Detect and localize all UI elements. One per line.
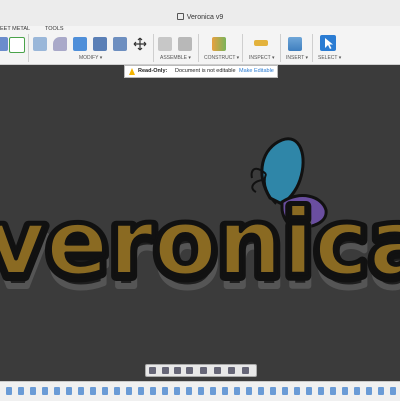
warning-icon: [129, 68, 135, 75]
timeline-feature-icon[interactable]: [30, 387, 36, 395]
make-editable-link[interactable]: Make Editable: [239, 66, 274, 77]
measure-icon[interactable]: [254, 40, 268, 46]
modify-menu[interactable]: MODIFY ▾: [79, 55, 102, 61]
zoom-icon[interactable]: [186, 367, 193, 374]
separator: [242, 34, 243, 62]
timeline-feature-icon[interactable]: [150, 387, 156, 395]
timeline-feature-icon[interactable]: [294, 387, 300, 395]
timeline-feature-icon[interactable]: [258, 387, 264, 395]
move-icon[interactable]: [133, 37, 147, 51]
timeline-feature-icon[interactable]: [390, 387, 396, 395]
timeline-feature-icon[interactable]: [378, 387, 384, 395]
new-component-icon[interactable]: [158, 37, 172, 51]
timeline-feature-icon[interactable]: [210, 387, 216, 395]
orbit-icon[interactable]: [149, 367, 156, 374]
timeline-feature-icon[interactable]: [330, 387, 336, 395]
select-icon[interactable]: [320, 35, 336, 51]
separator: [28, 34, 29, 62]
timeline-feature-icon[interactable]: [174, 387, 180, 395]
insert-image-icon[interactable]: [288, 37, 302, 51]
timeline-feature-icon[interactable]: [186, 387, 192, 395]
fillet-icon[interactable]: [53, 37, 67, 51]
readonly-banner: Read-Only: Document is not editable Make…: [124, 65, 278, 78]
create-sketch-icon[interactable]: [9, 37, 25, 53]
sheet-metal-icon[interactable]: [0, 37, 8, 51]
title-bar: Veronica v9: [0, 0, 400, 27]
select-menu[interactable]: SELECT ▾: [318, 55, 341, 61]
timeline-feature-icon[interactable]: [162, 387, 168, 395]
svg-text:veronica: veronica: [0, 189, 400, 296]
timeline-feature-icon[interactable]: [138, 387, 144, 395]
joint-icon[interactable]: [178, 37, 192, 51]
timeline-feature-icon[interactable]: [90, 387, 96, 395]
design-viewport[interactable]: veronica veronica veronica: [0, 78, 400, 378]
assemble-menu[interactable]: ASSEMBLE ▾: [160, 55, 191, 61]
fit-icon[interactable]: [200, 367, 207, 374]
press-pull-icon[interactable]: [33, 37, 47, 51]
timeline-feature-icon[interactable]: [306, 387, 312, 395]
tab-tools[interactable]: TOOLS: [45, 26, 64, 32]
separator: [153, 34, 154, 62]
inspect-menu[interactable]: INSPECT ▾: [249, 55, 274, 61]
timeline-feature-icon[interactable]: [282, 387, 288, 395]
construct-menu[interactable]: CONSTRUCT ▾: [204, 55, 239, 61]
timeline-feature-icon[interactable]: [270, 387, 276, 395]
timeline-feature-icon[interactable]: [246, 387, 252, 395]
offset-plane-icon[interactable]: [212, 37, 226, 51]
separator: [198, 34, 199, 62]
shell-icon[interactable]: [93, 37, 107, 51]
display-settings-icon[interactable]: [214, 367, 221, 374]
timeline-feature-icon[interactable]: [126, 387, 132, 395]
combine-icon[interactable]: [113, 37, 127, 51]
insert-menu[interactable]: INSERT ▾: [286, 55, 308, 61]
timeline-feature-icon[interactable]: [18, 387, 24, 395]
veronica-3d-model: veronica veronica veronica: [0, 137, 400, 311]
pan-icon[interactable]: [174, 367, 181, 374]
navigation-bar: [145, 364, 257, 377]
timeline-feature-icon[interactable]: [342, 387, 348, 395]
timeline: [0, 381, 400, 401]
document-title: Veronica v9: [0, 13, 400, 21]
grid-settings-icon[interactable]: [228, 367, 235, 374]
lock-icon: [176, 13, 184, 20]
toolbar: EET METAL TOOLS MODIFY ▾ ASSEMBLE ▾ CONS…: [0, 26, 400, 65]
timeline-feature-icon[interactable]: [42, 387, 48, 395]
timeline-feature-icon[interactable]: [54, 387, 60, 395]
viewports-icon[interactable]: [242, 367, 249, 374]
timeline-feature-icon[interactable]: [114, 387, 120, 395]
timeline-feature-icon[interactable]: [66, 387, 72, 395]
chamfer-icon[interactable]: [73, 37, 87, 51]
timeline-feature-icon[interactable]: [102, 387, 108, 395]
timeline-feature-icon[interactable]: [6, 387, 12, 395]
timeline-feature-icon[interactable]: [366, 387, 372, 395]
readonly-message: Document is not editable: [175, 68, 236, 74]
readonly-status: Read-Only:: [138, 68, 168, 74]
separator: [312, 34, 313, 62]
separator: [280, 34, 281, 62]
timeline-feature-icon[interactable]: [318, 387, 324, 395]
timeline-feature-icon[interactable]: [78, 387, 84, 395]
tab-sheet-metal[interactable]: EET METAL: [0, 26, 30, 32]
look-at-icon[interactable]: [162, 367, 169, 374]
timeline-feature-icon[interactable]: [198, 387, 204, 395]
timeline-feature-icon[interactable]: [354, 387, 360, 395]
document-title-text: Veronica v9: [186, 14, 224, 21]
timeline-feature-icon[interactable]: [234, 387, 240, 395]
timeline-feature-icon[interactable]: [222, 387, 228, 395]
